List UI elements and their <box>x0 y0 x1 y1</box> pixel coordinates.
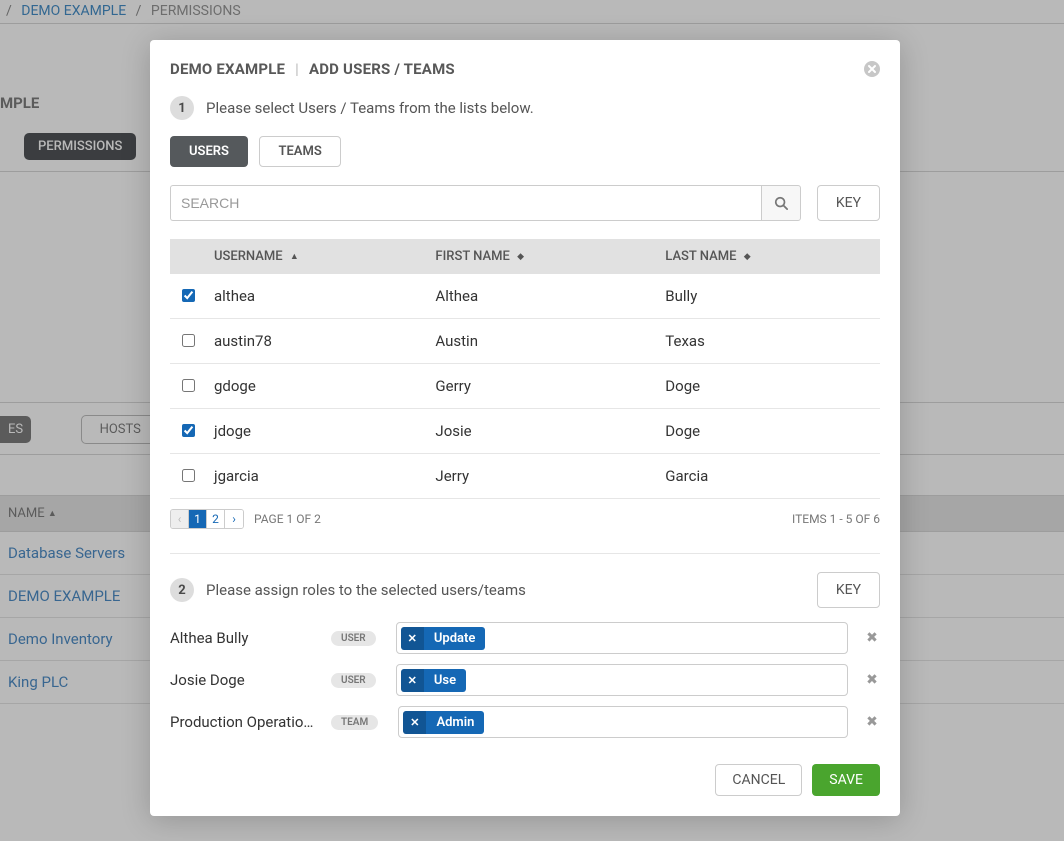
first-name-cell: Jerry <box>427 454 657 499</box>
row-checkbox[interactable] <box>182 289 195 302</box>
tab-users[interactable]: USERS <box>170 136 248 167</box>
role-tag-label: Use <box>424 669 466 692</box>
search-input[interactable] <box>170 185 761 221</box>
step-2-text: Please assign roles to the selected user… <box>206 581 526 599</box>
assignee-name: Production Operatio… <box>170 713 325 731</box>
remove-tag-icon[interactable]: ✕ <box>401 627 424 650</box>
assignee-type-badge: TEAM <box>331 715 378 730</box>
sort-icon: ◆ <box>744 252 751 262</box>
role-assignment-row: Josie Doge USER ✕Use ✖ <box>170 664 880 696</box>
username-link[interactable]: jgarcia <box>214 467 259 485</box>
last-name-cell: Garcia <box>657 454 880 499</box>
role-assignment-row: Althea Bully USER ✕Update ✖ <box>170 622 880 654</box>
table-row: althea AltheaBully <box>170 274 880 319</box>
pager-next[interactable]: › <box>225 510 243 528</box>
username-link[interactable]: althea <box>214 287 255 305</box>
close-icon[interactable] <box>864 61 880 77</box>
col-firstname[interactable]: FIRST NAME ◆ <box>427 239 657 274</box>
table-row: austin78 AustinTexas <box>170 319 880 364</box>
assignee-type-badge: USER <box>331 631 376 646</box>
role-tag-label: Admin <box>426 711 484 734</box>
role-tag-label: Update <box>424 627 486 650</box>
assignee-type-badge: USER <box>331 673 376 688</box>
assignee-name: Josie Doge <box>170 671 325 689</box>
first-name-cell: Josie <box>427 409 657 454</box>
pager-prev[interactable]: ‹ <box>171 510 189 528</box>
last-name-cell: Bully <box>657 274 880 319</box>
cancel-button[interactable]: CANCEL <box>715 764 802 796</box>
step-1-badge: 1 <box>170 96 194 120</box>
step-1-text: Please select Users / Teams from the lis… <box>206 99 534 117</box>
key-button-top[interactable]: KEY <box>817 185 880 221</box>
row-checkbox[interactable] <box>182 379 195 392</box>
username-link[interactable]: jdoge <box>214 422 251 440</box>
step-2-badge: 2 <box>170 578 194 602</box>
role-assignment-row: Production Operatio… TEAM ✕Admin ✖ <box>170 706 880 738</box>
add-users-teams-modal: DEMO EXAMPLE | ADD USERS / TEAMS 1 Pleas… <box>150 40 900 816</box>
username-link[interactable]: austin78 <box>214 332 272 350</box>
col-username[interactable]: USERNAME ▲ <box>206 239 427 274</box>
save-button[interactable]: SAVE <box>812 764 880 796</box>
row-checkbox[interactable] <box>182 469 195 482</box>
key-button-bottom[interactable]: KEY <box>817 572 880 608</box>
assignee-name: Althea Bully <box>170 629 325 647</box>
pager-items-text: ITEMS 1 - 5 OF 6 <box>792 512 880 526</box>
role-select[interactable]: ✕Use <box>396 664 848 696</box>
remove-row-icon[interactable]: ✖ <box>864 714 880 730</box>
row-checkbox[interactable] <box>182 424 195 437</box>
last-name-cell: Texas <box>657 319 880 364</box>
search-icon <box>774 196 788 210</box>
pager-page-text: PAGE 1 OF 2 <box>254 512 321 526</box>
username-link[interactable]: gdoge <box>214 377 256 395</box>
first-name-cell: Althea <box>427 274 657 319</box>
pager-page-2[interactable]: 2 <box>207 510 225 528</box>
last-name-cell: Doge <box>657 409 880 454</box>
remove-row-icon[interactable]: ✖ <box>864 630 880 646</box>
remove-tag-icon[interactable]: ✕ <box>401 669 424 692</box>
remove-row-icon[interactable]: ✖ <box>864 672 880 688</box>
modal-title: DEMO EXAMPLE | ADD USERS / TEAMS <box>170 60 455 78</box>
remove-tag-icon[interactable]: ✕ <box>403 711 426 734</box>
first-name-cell: Austin <box>427 319 657 364</box>
col-lastname[interactable]: LAST NAME ◆ <box>657 239 880 274</box>
table-row: jdoge JosieDoge <box>170 409 880 454</box>
pager-page-1[interactable]: 1 <box>189 510 207 528</box>
role-select[interactable]: ✕Admin <box>398 706 848 738</box>
table-row: jgarcia JerryGarcia <box>170 454 880 499</box>
pager: ‹12› <box>170 509 244 529</box>
table-row: gdoge GerryDoge <box>170 364 880 409</box>
row-checkbox[interactable] <box>182 334 195 347</box>
users-table: USERNAME ▲ FIRST NAME ◆ LAST NAME ◆ alth… <box>170 239 880 499</box>
sort-icon: ◆ <box>517 252 524 262</box>
first-name-cell: Gerry <box>427 364 657 409</box>
tab-teams[interactable]: TEAMS <box>259 136 340 167</box>
role-select[interactable]: ✕Update <box>396 622 848 654</box>
last-name-cell: Doge <box>657 364 880 409</box>
search-button[interactable] <box>761 185 801 221</box>
sort-asc-icon: ▲ <box>290 252 299 262</box>
